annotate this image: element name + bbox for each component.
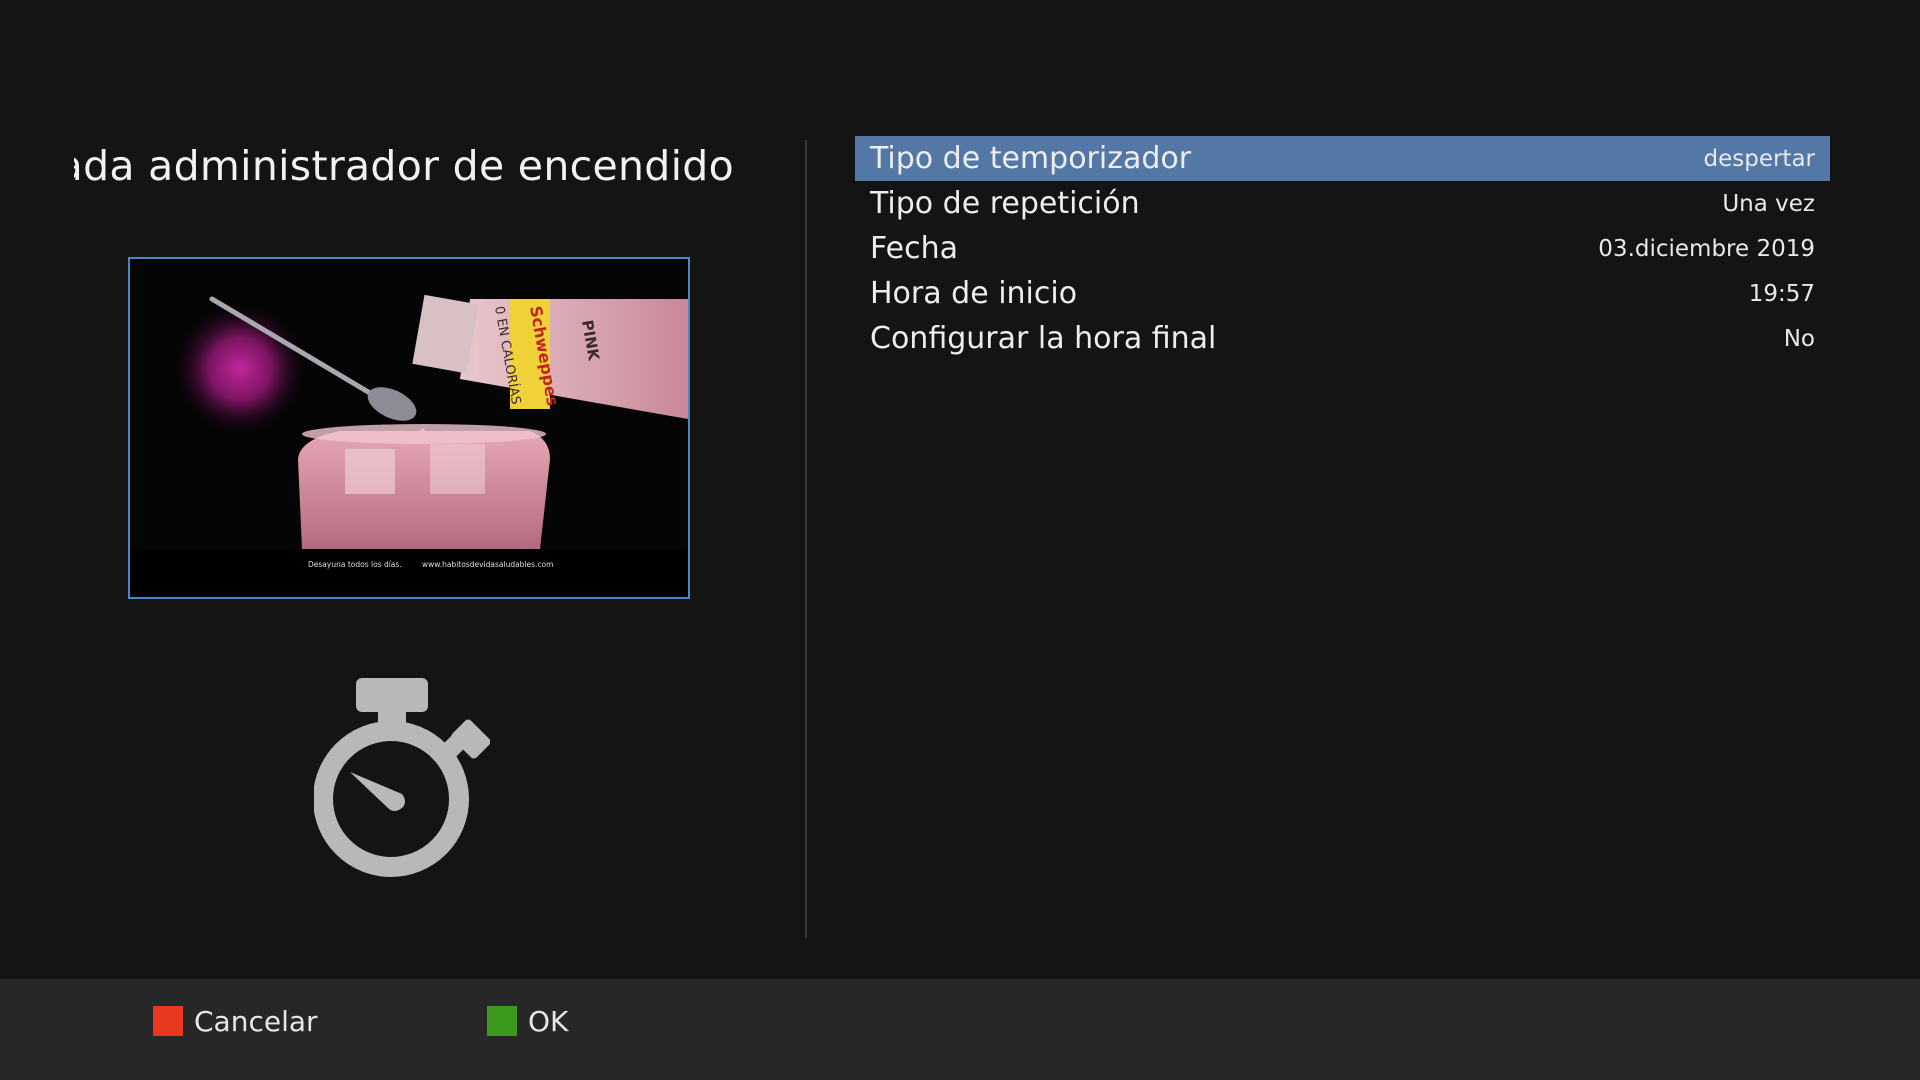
stopwatch-icon [313, 676, 491, 882]
ok-button-label: OK [528, 1004, 569, 1038]
ok-button[interactable]: OK [487, 1001, 568, 1041]
setting-label-timer-type: Tipo de temporizador [870, 141, 1192, 176]
preview-caption-left: Desayuna todos los días. [308, 560, 402, 569]
setting-label-date: Fecha [870, 231, 958, 266]
page-title: Entrada administrador de encendido [74, 136, 734, 196]
setting-value-start-time: 19:57 [1748, 280, 1815, 307]
setting-row-repeat-type[interactable]: Tipo de repetición Una vez [855, 181, 1830, 226]
green-key-icon [487, 1006, 517, 1036]
timer-settings-list: Tipo de temporizador despertar Tipo de r… [855, 136, 1830, 361]
setting-row-date[interactable]: Fecha 03.diciembre 2019 [855, 226, 1830, 271]
cancel-button-label: Cancelar [194, 1004, 318, 1038]
cancel-button[interactable]: Cancelar [153, 1001, 318, 1041]
preview-caption-right: www.habitosdevidasaludables.com [422, 560, 553, 569]
tv-preview: Schweppes 0 EN CALORÍAS PINK Desayuna to… [128, 257, 690, 599]
setting-row-end-time[interactable]: Configurar la hora final No [855, 316, 1830, 361]
page-title-text: Entrada administrador de encendido [74, 142, 734, 190]
power-timer-entry-screen: Entrada administrador de encendido [0, 0, 1920, 1080]
setting-label-repeat-type: Tipo de repetición [870, 186, 1140, 221]
setting-label-start-time: Hora de inicio [870, 276, 1078, 311]
setting-value-date: 03.diciembre 2019 [1598, 235, 1815, 262]
panel-divider [805, 140, 807, 938]
setting-value-timer-type: despertar [1703, 145, 1815, 172]
tv-preview-image: Schweppes 0 EN CALORÍAS PINK Desayuna to… [130, 259, 688, 597]
button-bar: Cancelar OK [0, 979, 1920, 1080]
setting-value-end-time: No [1783, 325, 1815, 352]
setting-value-repeat-type: Una vez [1722, 190, 1815, 217]
red-key-icon [153, 1006, 183, 1036]
setting-row-start-time[interactable]: Hora de inicio 19:57 [855, 271, 1830, 316]
setting-label-end-time: Configurar la hora final [870, 321, 1217, 356]
setting-row-timer-type[interactable]: Tipo de temporizador despertar [855, 136, 1830, 181]
